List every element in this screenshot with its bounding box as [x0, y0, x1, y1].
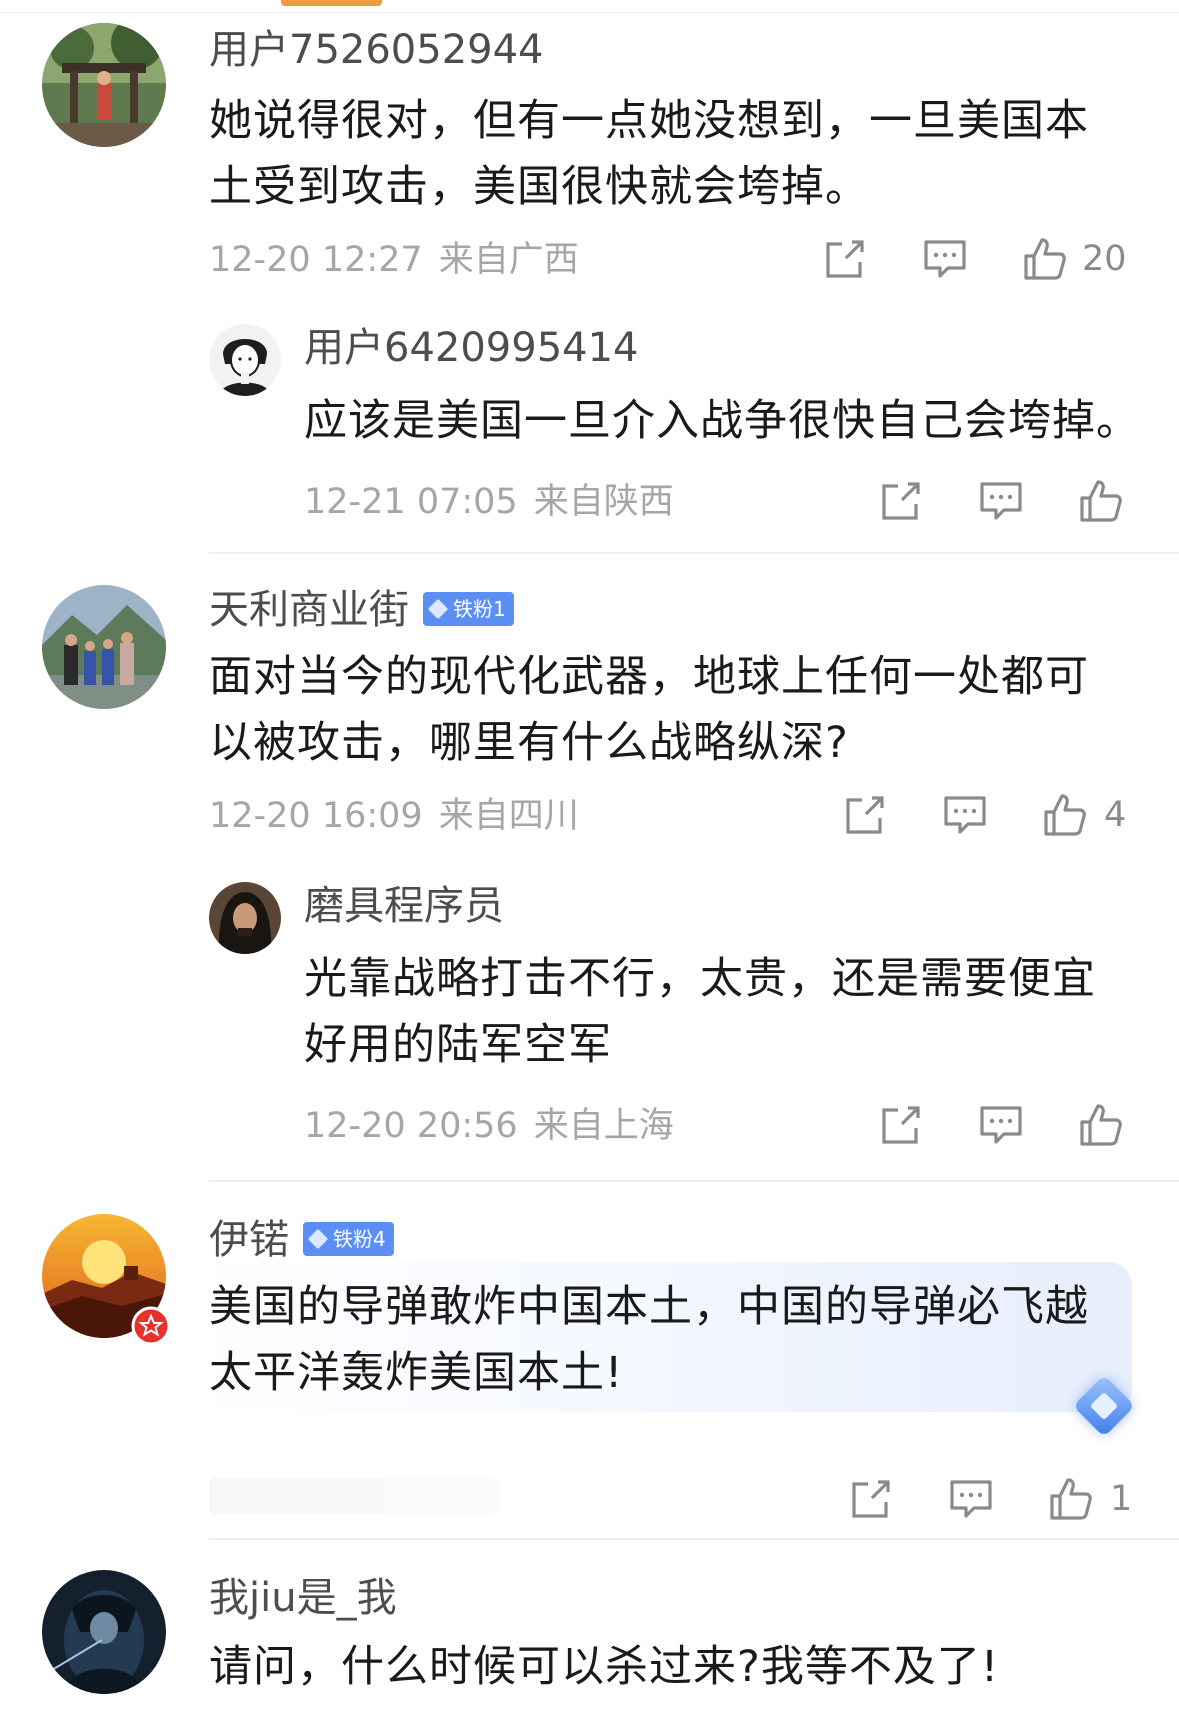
like-count: 20	[1082, 239, 1127, 279]
reply-actions	[0, 478, 1179, 524]
like-count: 4	[1104, 795, 1127, 835]
comment-text: 面对当今的现代化武器，地球上任何一处都可以被攻击，哪里有什么战略纵深?	[209, 652, 1089, 768]
avatar[interactable]	[209, 324, 281, 396]
username[interactable]: 天利商业街 铁粉1	[209, 586, 514, 634]
comment-text: 她说得很对，但有一点她没想到，一旦美国本土受到攻击，美国很快就会垮掉。	[209, 96, 1089, 212]
tab-indicator	[281, 0, 382, 6]
reply-text: 光靠战略打击不行，太贵，还是需要便宜好用的陆军空军	[304, 954, 1096, 1070]
comment-actions: 20	[0, 236, 1179, 282]
username[interactable]: 伊锘 铁粉4	[209, 1216, 394, 1264]
avatar-dark-figure	[42, 1570, 166, 1694]
fan-badge: 铁粉1	[423, 592, 514, 626]
share-icon[interactable]	[878, 1102, 924, 1148]
reply-icon[interactable]	[978, 1102, 1024, 1148]
divider	[209, 1538, 1179, 1540]
username[interactable]: 用户7526052944	[209, 26, 544, 74]
avatar-photo-family	[42, 585, 166, 709]
like-icon[interactable]	[1078, 1102, 1124, 1148]
avatar-photo-pavilion	[42, 23, 166, 147]
avatar[interactable]	[42, 1570, 166, 1694]
username-text: 天利商业街	[209, 587, 409, 633]
reply-username[interactable]: 用户6420995414	[304, 324, 639, 372]
avatar[interactable]	[42, 23, 166, 147]
share-icon[interactable]	[842, 792, 888, 838]
fan-badge: 铁粉4	[303, 1222, 394, 1256]
comment-actions: 1	[0, 1476, 1179, 1522]
like-icon[interactable]	[1078, 478, 1124, 524]
reply-icon[interactable]	[942, 792, 988, 838]
like-icon[interactable]	[1022, 236, 1068, 282]
share-icon[interactable]	[848, 1476, 894, 1522]
reply-icon[interactable]	[922, 236, 968, 282]
fan-badge-label: 铁粉1	[453, 597, 506, 621]
fan-badge-label: 铁粉4	[333, 1227, 386, 1251]
like-icon[interactable]	[1042, 792, 1088, 838]
share-icon[interactable]	[822, 236, 868, 282]
diamond-icon	[307, 1228, 329, 1250]
diamond-icon	[427, 598, 449, 620]
comment-actions: 4	[0, 792, 1179, 838]
like-icon[interactable]	[1048, 1476, 1094, 1522]
username[interactable]: 我jiu是_我	[209, 1574, 397, 1622]
username-text: 伊锘	[209, 1217, 289, 1263]
share-icon[interactable]	[878, 478, 924, 524]
avatar[interactable]	[209, 882, 281, 954]
reply-username[interactable]: 磨具程序员	[304, 882, 504, 930]
avatar-cartoon-figure	[209, 324, 281, 396]
divider	[209, 552, 1179, 554]
reply-icon[interactable]	[948, 1476, 994, 1522]
comment-text: 请问，什么时候可以杀过来?我等不及了!	[209, 1642, 1000, 1692]
avatar-photo-longhair	[209, 882, 281, 954]
verified-star-icon	[131, 1306, 171, 1346]
like-count: 1	[1110, 1479, 1133, 1519]
avatar[interactable]	[42, 585, 166, 709]
reply-icon[interactable]	[978, 478, 1024, 524]
reply-text: 应该是美国一旦介入战争很快自己会垮掉。	[304, 396, 1140, 446]
top-divider	[0, 12, 1179, 13]
comment-text: 美国的导弹敢炸中国本土，中国的导弹必飞越太平洋轰炸美国本土!	[209, 1282, 1089, 1398]
divider	[209, 1180, 1179, 1182]
reply-actions	[0, 1102, 1179, 1148]
